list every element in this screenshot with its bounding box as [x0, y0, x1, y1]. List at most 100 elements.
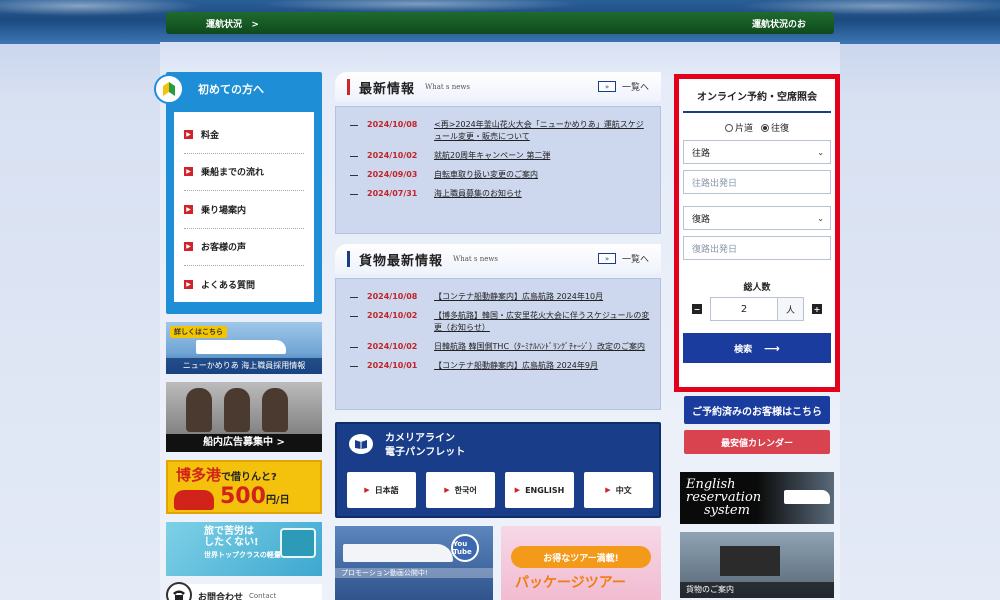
ship-image — [196, 340, 286, 354]
double-arrow-icon: » — [597, 253, 616, 264]
list-item[interactable]: 2024/09/03 自転車取り扱い変更のご案内 — [350, 169, 650, 181]
radio-one-way[interactable]: 片道 — [724, 121, 753, 134]
list-item[interactable]: 2024/10/08 <再>2024年釜山花火大会「ニューかめりあ」運航スケジュー… — [350, 119, 650, 143]
news-en-title: What s news — [425, 83, 470, 91]
arrow-right-icon: ▶ — [184, 280, 193, 290]
news-more-link[interactable]: » 一覧へ — [597, 80, 649, 93]
radio-circle-icon — [761, 123, 769, 132]
chevron-down-icon: ⌄ — [817, 213, 824, 223]
triangle-icon: ▶ — [364, 486, 370, 494]
return-date-input[interactable]: 復路出発日 — [683, 236, 831, 260]
arrow-right-icon: ▶ — [184, 242, 193, 252]
ship-image — [784, 490, 830, 504]
search-button[interactable]: 検索 ⟶ — [683, 333, 831, 363]
arrow-right-icon: ▶ — [184, 167, 193, 177]
operation-status-notice[interactable]: 運航状況のお — [752, 17, 806, 30]
list-item[interactable]: 2024/10/01 【コンテナ船動静案内】広島航路 2024年9月 — [350, 360, 650, 372]
sidebar-item-faq[interactable]: ▶ よくある質問 — [184, 266, 304, 304]
lang-button-chinese[interactable]: ▶ 中文 — [584, 472, 653, 508]
left-column: 初めての方へ ▶ 料金 ▶ 乗船までの流れ ▶ 乗り場案内 ▶ お客様の声 ▶ よくある質… — [154, 72, 322, 600]
triangle-icon: ▶ — [444, 486, 450, 494]
passenger-unit: 人 — [778, 297, 804, 321]
beginner-heading: 初めての方へ — [198, 83, 264, 96]
news-header: 最新情報 What s news » 一覧へ — [335, 72, 661, 102]
list-item[interactable]: 2024/10/08 【コンテナ船動静案内】広島航路 2024年10月 — [350, 291, 650, 303]
radio-round-trip[interactable]: 往復 — [761, 121, 789, 134]
beginner-header[interactable]: 初めての方へ — [154, 72, 322, 106]
minus-icon[interactable]: − — [692, 304, 702, 314]
list-item[interactable]: 2024/10/02 日韓航路 韓国側THC（ﾀｰﾐﾅﾙﾊﾝﾄﾞﾘﾝｸﾞﾁｬｰｼﾞ… — [350, 341, 650, 353]
right-column: オンライン予約・空席照会 片道 往復 往路 ⌄ 往路出発日 復路 ⌄ 復路出発日 総… — [674, 74, 840, 598]
travel-headline: 旅で苦労は したくない! — [204, 526, 259, 548]
passenger-count-input[interactable]: 2 — [710, 297, 778, 321]
cargo-news-more-link[interactable]: » 一覧へ — [597, 252, 649, 265]
book-icon — [349, 434, 373, 454]
tour-headline: パッケージツアー — [515, 575, 626, 591]
outbound-route-select[interactable]: 往路 ⌄ — [683, 140, 831, 164]
cargo-news-header: 貨物最新情報 What s news » 一覧へ — [335, 244, 661, 274]
arrow-right-icon: ▶ — [184, 129, 193, 139]
beginner-panel: 初めての方へ ▶ 料金 ▶ 乗船までの流れ ▶ 乗り場案内 ▶ お客様の声 ▶ よくある質… — [154, 72, 322, 314]
title-accent — [347, 251, 350, 267]
list-item[interactable]: 2024/10/02 就航20周年キャンペーン 第二弾 — [350, 150, 650, 162]
tour-pill: お得なツアー満載! — [511, 546, 651, 568]
cargo-caption: 貨物のご案内 — [680, 582, 834, 598]
package-tour-banner[interactable]: お得なツアー満載! パッケージツアー — [501, 526, 661, 600]
reservation-panel: オンライン予約・空席照会 片道 往復 往路 ⌄ 往路出発日 復路 ⌄ 復路出発日 総… — [674, 74, 840, 392]
hakata-storage-banner[interactable]: 博多港で借りんと? 500円/日 — [166, 460, 322, 514]
youtube-icon: You Tube — [451, 534, 479, 562]
title-accent — [347, 79, 350, 95]
lang-button-korean[interactable]: ▶ 한국어 — [426, 472, 495, 508]
cargo-info-banner[interactable]: 貨物のご案内 — [680, 532, 834, 598]
passenger-count-label: 総人数 — [743, 283, 771, 293]
cargo-news-title: 貨物最新情報 — [359, 253, 444, 269]
list-item[interactable]: 2024/10/02 【博多航路】韓国・広安里花火大会に伴うスケジュールの変更（お… — [350, 310, 650, 334]
onboard-ad-text: 船内広告募集中 > — [166, 434, 322, 452]
suitcase-icon — [280, 528, 316, 558]
recruit-text: ニューかめりあ 海上職員採用情報 — [166, 358, 322, 374]
language-buttons: ▶ 日本語 ▶ 한국어 ▶ ENGLISH ▶ 中文 — [347, 472, 653, 508]
lang-button-japanese[interactable]: ▶ 日本語 — [347, 472, 416, 508]
center-column: 最新情報 What s news » 一覧へ 2024/10/08 <再>2024年… — [335, 72, 661, 600]
reservation-title: オンライン予約・空席照会 — [683, 79, 831, 113]
sidebar-item-terminal-guide[interactable]: ▶ 乗り場案内 — [184, 191, 304, 229]
sidebar-item-boarding-flow[interactable]: ▶ 乗船までの流れ — [184, 154, 304, 191]
trip-type-radios: 片道 往復 — [679, 121, 835, 134]
passenger-stepper: − 2 人 + — [679, 297, 835, 321]
hakata-line1: 博多港で借りんと? — [176, 466, 277, 484]
bottom-banners: You Tube プロモーション動画公開中! お得なツアー満載! パッケージツア… — [335, 526, 661, 600]
operation-status-link[interactable]: 運航状況 > — [206, 17, 259, 30]
onboard-ad-banner[interactable]: 船内広告募集中 > — [166, 382, 322, 452]
hakata-price: 500円/日 — [220, 484, 290, 509]
pamphlet-title: カメリアライン 電子パンフレット — [385, 433, 466, 458]
promo-caption: プロモーション動画公開中! — [335, 568, 493, 578]
return-route-select[interactable]: 復路 ⌄ — [683, 206, 831, 230]
cargo-news-list: 2024/10/08 【コンテナ船動静案内】広島航路 2024年10月 2024/… — [335, 278, 661, 410]
plus-icon[interactable]: + — [812, 304, 822, 314]
arrow-right-icon: ▶ — [184, 204, 193, 214]
travel-carry-banner[interactable]: 旅で苦労は したくない! 世界トップクラスの軽量キャリー — [166, 522, 322, 576]
cloud-icon — [174, 490, 214, 510]
chevron-down-icon: ⌄ — [817, 147, 824, 157]
sidebar-item-fare[interactable]: ▶ 料金 — [184, 116, 304, 154]
outbound-date-input[interactable]: 往路出発日 — [683, 170, 831, 194]
truck-image — [720, 546, 780, 576]
english-reservation-banner[interactable]: English reservation system — [680, 472, 834, 524]
operation-status-bar[interactable]: 運航状況 > 運航状況のお — [166, 12, 834, 34]
triangle-icon: ▶ — [514, 486, 521, 494]
lang-button-english[interactable]: ▶ ENGLISH — [505, 472, 574, 508]
contact-header[interactable]: お問合わせ Contact — [166, 582, 322, 600]
people-image — [186, 388, 288, 432]
list-item[interactable]: 2024/07/31 海上職員募集のお知らせ — [350, 188, 650, 200]
phone-icon — [166, 582, 192, 600]
pamphlet-panel: カメリアライン 電子パンフレット ▶ 日本語 ▶ 한국어 ▶ ENGLISH ▶ 中文 — [335, 422, 661, 518]
existing-booking-button[interactable]: ご予約済みのお客様はこちら — [684, 396, 830, 424]
promo-video-banner[interactable]: You Tube プロモーション動画公開中! — [335, 526, 493, 600]
lowest-fare-calendar-button[interactable]: 最安値カレンダー — [684, 430, 830, 454]
sidebar-item-customer-voice[interactable]: ▶ お客様の声 — [184, 229, 304, 266]
news-list: 2024/10/08 <再>2024年釜山花火大会「ニューかめりあ」運航スケジュー… — [335, 106, 661, 234]
news-title: 最新情報 — [359, 81, 416, 97]
wakaba-mark-icon — [154, 74, 184, 104]
radio-circle-icon — [724, 123, 733, 132]
recruit-banner[interactable]: 詳しくはこちら ニューかめりあ 海上職員採用情報 — [166, 322, 322, 374]
